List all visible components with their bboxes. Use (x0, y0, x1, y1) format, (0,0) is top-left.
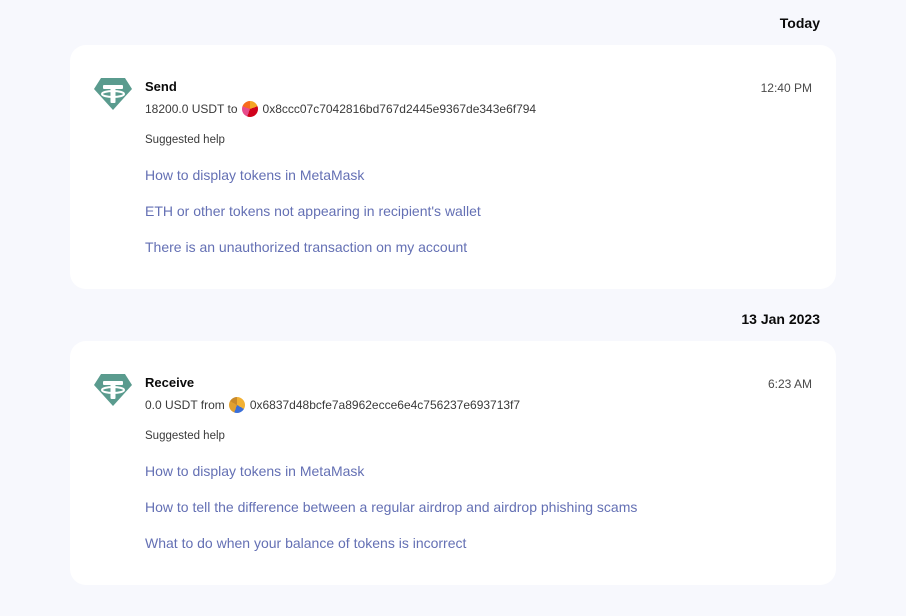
help-link-airdrop-phishing[interactable]: How to tell the difference between a reg… (145, 499, 637, 515)
transaction-type: Receive (145, 375, 195, 390)
date-heading-13-jan-2023: 13 Jan 2023 (741, 311, 820, 327)
transaction-amount: 18200.0 USDT to (145, 102, 238, 116)
transaction-address[interactable]: 0x6837d48bcfe7a8962ecce6e4c756237e693713… (250, 398, 520, 412)
transaction-detail: 0.0 USDT from 0x6837d48bcfe7a8962ecce6e4… (145, 397, 520, 413)
transaction-detail: 18200.0 USDT to 0x8ccc07c7042816bd767d24… (145, 101, 536, 117)
transaction-time: 6:23 AM (767, 377, 812, 391)
help-link-balance-incorrect[interactable]: What to do when your balance of tokens i… (145, 535, 466, 551)
transaction-type: Send (145, 79, 177, 94)
transaction-amount: 0.0 USDT from (145, 398, 225, 412)
date-heading-today: Today (779, 15, 820, 31)
transaction-card-receive[interactable]: Receive 6:23 AM 0.0 USDT from 0x6837d48b… (70, 341, 836, 585)
suggested-help-label: Suggested help (145, 134, 225, 146)
address-avatar-icon (228, 397, 245, 413)
help-link-display-tokens[interactable]: How to display tokens in MetaMask (145, 167, 364, 183)
help-link-unauthorized-transaction[interactable]: There is an unauthorized transaction on … (145, 239, 467, 255)
transaction-card-send[interactable]: Send 12:40 PM 18200.0 USDT to 0x8ccc07c7… (70, 45, 836, 289)
tether-usdt-icon (94, 374, 132, 406)
help-link-display-tokens[interactable]: How to display tokens in MetaMask (145, 463, 364, 479)
transaction-address[interactable]: 0x8ccc07c7042816bd767d2445e9367de343e6f7… (263, 102, 537, 116)
address-avatar-icon (241, 101, 258, 117)
help-link-tokens-not-appearing[interactable]: ETH or other tokens not appearing in rec… (145, 203, 481, 219)
suggested-help-label: Suggested help (145, 430, 225, 442)
tether-usdt-icon (94, 78, 132, 110)
transaction-time: 12:40 PM (760, 81, 812, 95)
